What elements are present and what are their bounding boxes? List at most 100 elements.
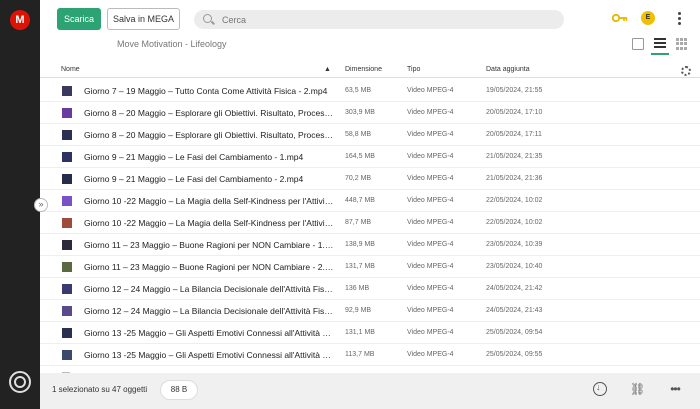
grid-view-icon[interactable]	[676, 38, 688, 50]
video-thumbnail-icon	[62, 218, 72, 228]
column-name[interactable]: Nome	[61, 66, 80, 73]
file-type: Video MPEG-4	[407, 219, 454, 226]
file-type: Video MPEG-4	[407, 175, 454, 182]
file-name: Giorno 9 – 21 Maggio – Le Fasi del Cambi…	[84, 152, 304, 162]
file-type: Video MPEG-4	[407, 351, 454, 358]
file-name: Giorno 7 – 19 Maggio – Tutto Conta Come …	[84, 86, 328, 96]
search-bar[interactable]	[194, 10, 564, 29]
table-row[interactable]: Giorno 10 -22 Maggio – La Magia della Se…	[40, 212, 700, 234]
file-size: 138,9 MB	[345, 241, 375, 248]
file-date: 23/05/2024, 10:40	[486, 263, 543, 270]
file-type: Video MPEG-4	[407, 153, 454, 160]
active-view-indicator	[651, 53, 669, 55]
file-name: Giorno 10 -22 Maggio – La Magia della Se…	[84, 196, 334, 206]
table-header: Nome ▲ Dimensione Tipo Data aggiunta	[40, 62, 700, 78]
file-date: 20/05/2024, 17:11	[486, 131, 542, 138]
transfers-icon[interactable]	[9, 371, 31, 393]
avatar[interactable]: E	[641, 11, 655, 25]
file-date: 25/05/2024, 09:54	[486, 329, 543, 336]
table-row[interactable]: Giorno 11 – 23 Maggio – Buone Ragioni pe…	[40, 234, 700, 256]
table-row[interactable]: Giorno 13 -25 Maggio – Gli Aspetti Emoti…	[40, 322, 700, 344]
list-view-icon[interactable]	[654, 38, 666, 50]
file-name: Giorno 13 -25 Maggio – Gli Aspetti Emoti…	[84, 350, 334, 360]
thumbnail-view-icon[interactable]	[632, 38, 644, 50]
file-name: Giorno 10 -22 Maggio – La Magia della Se…	[84, 218, 334, 228]
file-size: 164,5 MB	[345, 153, 375, 160]
table-row[interactable]: Giorno 10 -22 Maggio – La Magia della Se…	[40, 190, 700, 212]
table-row[interactable]: Giorno 12 – 24 Maggio – La Bilancia Deci…	[40, 300, 700, 322]
file-date: 21/05/2024, 21:35	[486, 153, 543, 160]
more-icon[interactable]: •••	[668, 382, 682, 396]
sort-arrow-icon[interactable]: ▲	[324, 66, 331, 73]
file-size: 303,9 MB	[345, 109, 375, 116]
file-type: Video MPEG-4	[407, 109, 454, 116]
file-type: Video MPEG-4	[407, 87, 454, 94]
download-icon[interactable]	[593, 382, 607, 396]
table-row[interactable]: Giorno 8 – 20 Maggio – Esplorare gli Obi…	[40, 124, 700, 146]
table-row[interactable]: Giorno 13 -25 Maggio – Gli Aspetti Emoti…	[40, 344, 700, 366]
file-size: 87,7 MB	[345, 219, 372, 226]
table-row[interactable]: Giorno 9 – 21 Maggio – Le Fasi del Cambi…	[40, 168, 700, 190]
file-date: 23/05/2024, 10:39	[486, 241, 543, 248]
table-row[interactable]: Giorno 8 – 20 Maggio – Esplorare gli Obi…	[40, 102, 700, 124]
file-name: Giorno 13 -25 Maggio – Gli Aspetti Emoti…	[84, 328, 334, 338]
more-menu-icon[interactable]	[676, 12, 682, 26]
download-button[interactable]: Scarica	[57, 8, 101, 30]
table-row[interactable]: Giorno 12 – 24 Maggio – La Bilancia Deci…	[40, 278, 700, 300]
file-type: Video MPEG-4	[407, 241, 454, 248]
file-size: 63,5 MB	[345, 87, 372, 94]
search-icon	[203, 14, 212, 23]
video-thumbnail-icon	[62, 350, 72, 360]
gear-icon[interactable]	[681, 66, 691, 76]
column-type[interactable]: Tipo	[407, 66, 420, 73]
file-size: 58,8 MB	[345, 131, 372, 138]
file-type: Video MPEG-4	[407, 329, 454, 336]
table-row[interactable]: Giorno 14 - bodybrain-routine.pdf19,9 MB…	[40, 366, 700, 373]
file-name: Giorno 8 – 20 Maggio – Esplorare gli Obi…	[84, 108, 334, 118]
file-type: Video MPEG-4	[407, 197, 454, 204]
file-size: 131,1 MB	[345, 329, 375, 336]
file-date: 20/05/2024, 17:10	[486, 109, 543, 116]
file-date: 19/05/2024, 21:55	[486, 87, 543, 94]
video-thumbnail-icon	[62, 284, 72, 294]
column-size[interactable]: Dimensione	[345, 66, 382, 73]
file-type: Video MPEG-4	[407, 263, 454, 270]
file-name: Giorno 12 – 24 Maggio – La Bilancia Deci…	[84, 306, 334, 316]
file-date: 24/05/2024, 21:43	[486, 307, 543, 314]
video-thumbnail-icon	[62, 108, 72, 118]
file-type: Video MPEG-4	[407, 307, 454, 314]
file-name: Giorno 11 – 23 Maggio – Buone Ragioni pe…	[84, 240, 334, 250]
link-icon[interactable]: ⛓	[630, 382, 645, 396]
video-thumbnail-icon	[62, 152, 72, 162]
video-thumbnail-icon	[62, 174, 72, 184]
video-thumbnail-icon	[62, 240, 72, 250]
save-to-mega-button[interactable]: Salva in MEGA	[107, 8, 180, 30]
file-name: Giorno 11 – 23 Maggio – Buone Ragioni pe…	[84, 262, 334, 272]
file-size: 136 MB	[345, 285, 370, 292]
table-row[interactable]: Giorno 7 – 19 Maggio – Tutto Conta Come …	[40, 80, 700, 102]
video-thumbnail-icon	[62, 262, 72, 272]
logo-letter: M	[15, 14, 25, 26]
key-icon[interactable]	[612, 13, 628, 23]
file-name: Giorno 9 – 21 Maggio – Le Fasi del Cambi…	[84, 174, 304, 184]
file-size: 70,2 MB	[345, 175, 372, 182]
selection-status: 1 selezionato su 47 oggetti	[52, 385, 148, 394]
column-date[interactable]: Data aggiunta	[486, 66, 530, 73]
video-thumbnail-icon	[62, 328, 72, 338]
search-input[interactable]	[222, 10, 522, 29]
breadcrumb: Move Motivation - Lifeology	[117, 39, 227, 49]
footer-bar: 1 selezionato su 47 oggetti 88 B ⛓ •••	[40, 373, 700, 409]
mega-logo[interactable]: M	[10, 10, 30, 30]
file-date: 24/05/2024, 21:42	[486, 285, 543, 292]
video-thumbnail-icon	[62, 306, 72, 316]
video-thumbnail-icon	[62, 196, 72, 206]
file-type: Video MPEG-4	[407, 285, 454, 292]
top-bar: Scarica Salva in MEGA E Move Motivation …	[40, 0, 700, 62]
video-thumbnail-icon	[62, 86, 72, 96]
file-type: Video MPEG-4	[407, 131, 454, 138]
expand-sidebar-button[interactable]: »	[34, 198, 48, 212]
selection-size: 88 B	[160, 380, 198, 400]
table-row[interactable]: Giorno 9 – 21 Maggio – Le Fasi del Cambi…	[40, 146, 700, 168]
table-row[interactable]: Giorno 11 – 23 Maggio – Buone Ragioni pe…	[40, 256, 700, 278]
file-size: 113,7 MB	[345, 351, 375, 358]
